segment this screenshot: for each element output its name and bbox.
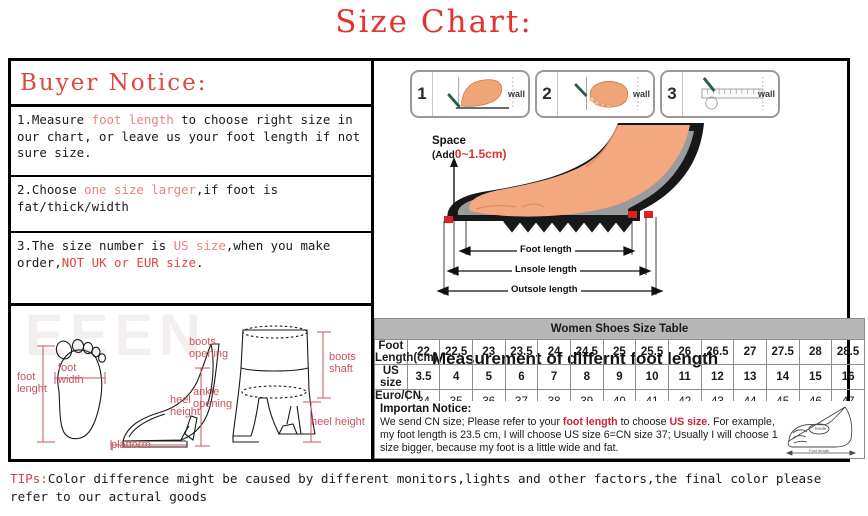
size-table-cell: 15 — [798, 364, 833, 390]
size-table-cell: 6 — [504, 364, 539, 390]
space-add-value: 0~1.5cm) — [454, 147, 507, 161]
notice-item-2: 2.Choose one size larger,if foot is fat/… — [11, 177, 371, 233]
notice-item-3-highlight: US size — [173, 238, 226, 253]
buyer-notice-box: Buyer Notice: 1.Measure foot length to c… — [11, 61, 374, 306]
size-table-row: US size 3.5 4 5 6 7 8 9 10 11 12 13 14 15 16 — [374, 364, 865, 390]
step-1-wall-label: wall — [507, 89, 525, 99]
label-boots-shaft: boots shaft — [329, 351, 356, 375]
important-notice-body: We send CN size; Please refer to your fo… — [380, 416, 780, 456]
size-table-cell: 10 — [635, 364, 669, 390]
size-table-cell: 23.5 — [504, 339, 539, 365]
tips-label: TIPs: — [10, 471, 48, 486]
size-table-cell: 27.5 — [765, 339, 800, 365]
buyer-notice-heading: Buyer Notice: — [11, 61, 371, 107]
important-notice-title-a: Importan — [380, 403, 430, 415]
mini-sketch-inner-label: Insole — [815, 426, 827, 431]
size-table-cell: 25.5 — [635, 339, 669, 365]
size-table-cell: 27 — [733, 339, 767, 365]
size-table-cell: 12 — [700, 364, 735, 390]
space-label-group: Space (Add0~1.5cm) — [432, 135, 506, 162]
size-table-row-header: US size — [374, 364, 408, 390]
imp-line1-post: . For example, — [707, 416, 775, 428]
size-table-cell: 28.5 — [831, 339, 865, 365]
notice-item-3-highlight-2: NOT UK or EUR size — [61, 254, 197, 270]
shoe-measure-illustration-panel: EEEN foot lenght foot width platform hee… — [11, 306, 374, 459]
notice-item-1: 1.Measure foot length to choose right si… — [11, 107, 371, 177]
size-table-cell: 26.5 — [700, 339, 735, 365]
notice-item-3-pre: 3.The size number is — [17, 238, 174, 253]
size-table-row: Foot Length(cm) 22 22.5 23 23.5 24 24.5 25 25.5 2… — [374, 339, 865, 365]
size-table-cell: 22.5 — [439, 339, 473, 365]
size-table-cell: 11 — [667, 364, 702, 390]
space-add-prefix: (Add — [432, 150, 455, 161]
mini-foot-length-sketch: Insole Foot length — [785, 406, 857, 456]
size-table-row-header: Foot Length(cm) — [374, 339, 438, 365]
tips-text: TIPs:Color difference might be caused by… — [10, 470, 860, 506]
notice-item-3: 3.The size number is US size,when you ma… — [11, 233, 371, 303]
imp-line1-pre: We send CN size; Please refer to your — [380, 416, 563, 428]
foot-length-diagram: Space (Add0~1.5cm) Foot length Lnsole le… — [404, 121, 804, 368]
size-table-cell: 28 — [798, 339, 833, 365]
important-notice-title-b: Notice: — [432, 403, 472, 415]
step-1-illustration: wall — [433, 72, 528, 116]
size-table-cell: 9 — [602, 364, 637, 390]
size-table-cell: 25 — [602, 339, 637, 365]
imp-line1-highlight-2: US size — [669, 416, 708, 428]
label-platform: platform — [111, 439, 151, 451]
size-chart-page: Size Chart: Buyer Notice: 1.Measure foot… — [0, 0, 868, 516]
label-foot-width: foot width — [58, 362, 84, 386]
size-table-title-row: Women Shoes Size Table — [374, 318, 865, 340]
notice-item-2-pre: 2.Choose — [17, 182, 85, 197]
size-table-cell: 3.5 — [406, 364, 441, 390]
size-table-title: Women Shoes Size Table — [374, 318, 865, 340]
label-foot-length: foot lenght — [17, 371, 47, 395]
size-table-cell: 16 — [831, 364, 865, 390]
measurement-steps: 1 wall 2 wall 3 wall — [410, 70, 780, 118]
size-table-cell: 8 — [569, 364, 604, 390]
dim-outsole-length: Outsole length — [508, 284, 581, 295]
mini-sketch-foot-length-label: Foot length — [809, 448, 829, 453]
label-heel-height-2: heel height — [311, 416, 365, 428]
imp-line1-highlight-1: foot length — [562, 416, 618, 428]
size-table-cell: 23 — [471, 339, 506, 365]
step-1-number: 1 — [412, 72, 433, 116]
imp-line1-mid: to choose — [617, 416, 670, 428]
size-table-cell: 24.5 — [569, 339, 604, 365]
step-2-illustration: wall — [558, 72, 653, 116]
step-panel-3: 3 wall — [660, 70, 780, 118]
right-column: 1 wall 2 wall 3 wall Space (Add0~1.5cm) … — [374, 61, 865, 459]
step-3-wall-label: wall — [757, 89, 775, 99]
page-title: Size Chart: — [335, 4, 533, 40]
notice-item-1-pre: 1.Measure — [17, 112, 92, 127]
step-panel-1: 1 wall — [410, 70, 530, 118]
notice-item-3-post: . — [196, 254, 204, 270]
dim-foot-length: Foot length — [517, 244, 575, 255]
notice-item-2-highlight: one size larger — [84, 182, 197, 197]
size-table-cell: 5 — [471, 364, 506, 390]
size-table-cell: 26 — [667, 339, 702, 365]
size-table-cell: 7 — [537, 364, 571, 390]
size-table-cell: 14 — [765, 364, 800, 390]
size-table-cell: 4 — [439, 364, 473, 390]
step-3-illustration: wall — [683, 72, 778, 116]
step-2-number: 2 — [537, 72, 558, 116]
dim-insole-length: Lnsole length — [512, 264, 580, 275]
label-boots-opening: boots opening — [189, 336, 229, 360]
step-2-wall-label: wall — [632, 89, 650, 99]
imp-line2: my foot length is 23.5 cm, I will choose… — [380, 429, 769, 442]
main-content-frame: Buyer Notice: 1.Measure foot length to c… — [8, 58, 865, 462]
label-ankle-opening: ankle opening — [193, 386, 233, 410]
space-label: Space — [432, 135, 466, 147]
size-table-wrapper: Women Shoes Size Table Foot Length(cm) 22… — [374, 318, 868, 459]
step-panel-2: 2 wall — [535, 70, 655, 118]
tips-line-1: Color difference might be caused by diff… — [47, 471, 678, 486]
notice-item-1-highlight: foot length — [91, 112, 174, 127]
size-table-cell: 13 — [733, 364, 767, 390]
important-notice-box: Importan Notice: We send CN size; Please… — [374, 401, 865, 459]
step-3-number: 3 — [662, 72, 683, 116]
size-table-cell: 24 — [537, 339, 571, 365]
